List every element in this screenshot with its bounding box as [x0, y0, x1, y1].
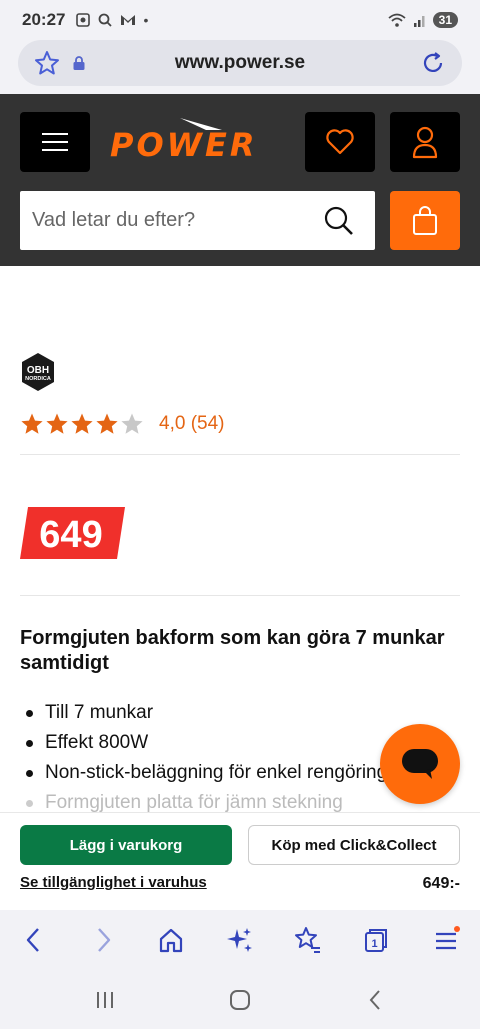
tabs-button[interactable]: 1: [360, 924, 392, 956]
power-logo[interactable]: POWER: [110, 116, 292, 169]
account-button[interactable]: [390, 112, 460, 172]
heart-icon: [326, 129, 354, 155]
divider: [20, 454, 460, 455]
star-icon: [46, 413, 68, 434]
home-icon: [159, 928, 183, 953]
add-to-cart-button[interactable]: Lägg i varukorg: [20, 825, 232, 865]
chat-button[interactable]: [380, 724, 460, 804]
wifi-icon: [388, 13, 406, 27]
status-time: 20:27: [22, 10, 66, 29]
wishlist-button[interactable]: [305, 112, 375, 172]
hamburger-icon: [436, 926, 460, 950]
product-title: Formgjuten bakform som kan göra 7 munkar…: [20, 627, 445, 674]
system-nav-bar: [0, 970, 480, 1029]
chat-icon: [402, 749, 438, 779]
product-rating[interactable]: 4,0 (54): [20, 412, 224, 436]
svg-text:1: 1: [371, 938, 377, 950]
recent-apps-icon: [97, 992, 113, 1008]
recent-apps-button[interactable]: [90, 988, 120, 1012]
browser-toolbar: www.power.se: [0, 40, 480, 94]
svg-text:NORDICA: NORDICA: [25, 376, 51, 382]
svg-text:OBH: OBH: [27, 365, 49, 376]
home-system-button[interactable]: [225, 988, 255, 1012]
browser-menu-button[interactable]: [430, 924, 462, 956]
url-text: www.power.se: [174, 52, 306, 73]
sparkle-icon: [227, 928, 252, 952]
star-icon: [96, 413, 118, 434]
status-bar: 20:27 • 31: [0, 0, 480, 40]
brand-logo[interactable]: OBH NORDICA: [20, 352, 56, 397]
search-notification-icon: [99, 13, 113, 27]
bookmark-star-list-icon: [295, 927, 320, 953]
cart-button[interactable]: [390, 191, 460, 250]
rating-stars: [20, 412, 144, 436]
feature-list: Till 7 munkar Effekt 800W Non-stick-belä…: [20, 698, 420, 818]
user-icon: [412, 126, 438, 159]
screenshot-icon: [76, 13, 91, 27]
star-icon: [71, 413, 93, 434]
chevron-left-icon: [26, 928, 39, 952]
store-availability-link[interactable]: Se tillgänglighet i varuhus: [20, 874, 207, 891]
price-tag: 649: [20, 506, 126, 565]
divider: [20, 595, 460, 596]
dot-icon: •: [143, 12, 149, 28]
star-empty-icon: [121, 413, 143, 434]
bottom-price: 649:-: [422, 875, 460, 892]
mail-icon: [121, 15, 136, 25]
price-text: 649: [39, 514, 102, 556]
reload-icon[interactable]: [420, 50, 446, 81]
home-button[interactable]: [155, 924, 187, 956]
hamburger-icon: [42, 133, 68, 151]
click-collect-button[interactable]: Köp med Click&Collect: [248, 825, 460, 865]
back-button[interactable]: [17, 924, 49, 956]
signal-icon: [413, 16, 425, 27]
feature-item: Non-stick-beläggning för enkel rengöring: [20, 758, 420, 788]
menu-button[interactable]: [20, 112, 90, 172]
logo-text: POWER: [110, 126, 257, 164]
feature-item: Till 7 munkar: [20, 698, 420, 728]
search-box[interactable]: [20, 191, 375, 250]
battery-icon: 31: [432, 12, 458, 28]
star-icon: [21, 413, 43, 434]
browser-nav-bar: 1: [0, 910, 480, 970]
back-system-button[interactable]: [360, 988, 390, 1012]
lock-icon: [72, 55, 86, 76]
ai-assist-button[interactable]: [224, 924, 256, 956]
address-bar[interactable]: www.power.se: [18, 40, 462, 86]
tabs-icon: 1: [365, 929, 387, 952]
search-input[interactable]: [20, 191, 310, 250]
rating-text[interactable]: 4,0 (54): [159, 413, 224, 435]
status-right: 31: [387, 12, 458, 28]
feature-item: Effekt 800W: [20, 728, 420, 758]
search-icon[interactable]: [323, 205, 355, 242]
shopping-bag-icon: [413, 205, 437, 235]
bookmark-star-icon[interactable]: [34, 50, 60, 81]
back-chevron-icon: [369, 990, 380, 1010]
site-header: POWER: [0, 94, 480, 266]
chevron-right-icon: [98, 928, 111, 952]
forward-button[interactable]: [88, 924, 120, 956]
bookmarks-button[interactable]: [292, 924, 324, 956]
notification-icons: •: [75, 12, 148, 28]
home-circle-icon: [230, 990, 250, 1010]
buy-bar: Lägg i varukorg Köp med Click&Collect Se…: [0, 812, 480, 910]
